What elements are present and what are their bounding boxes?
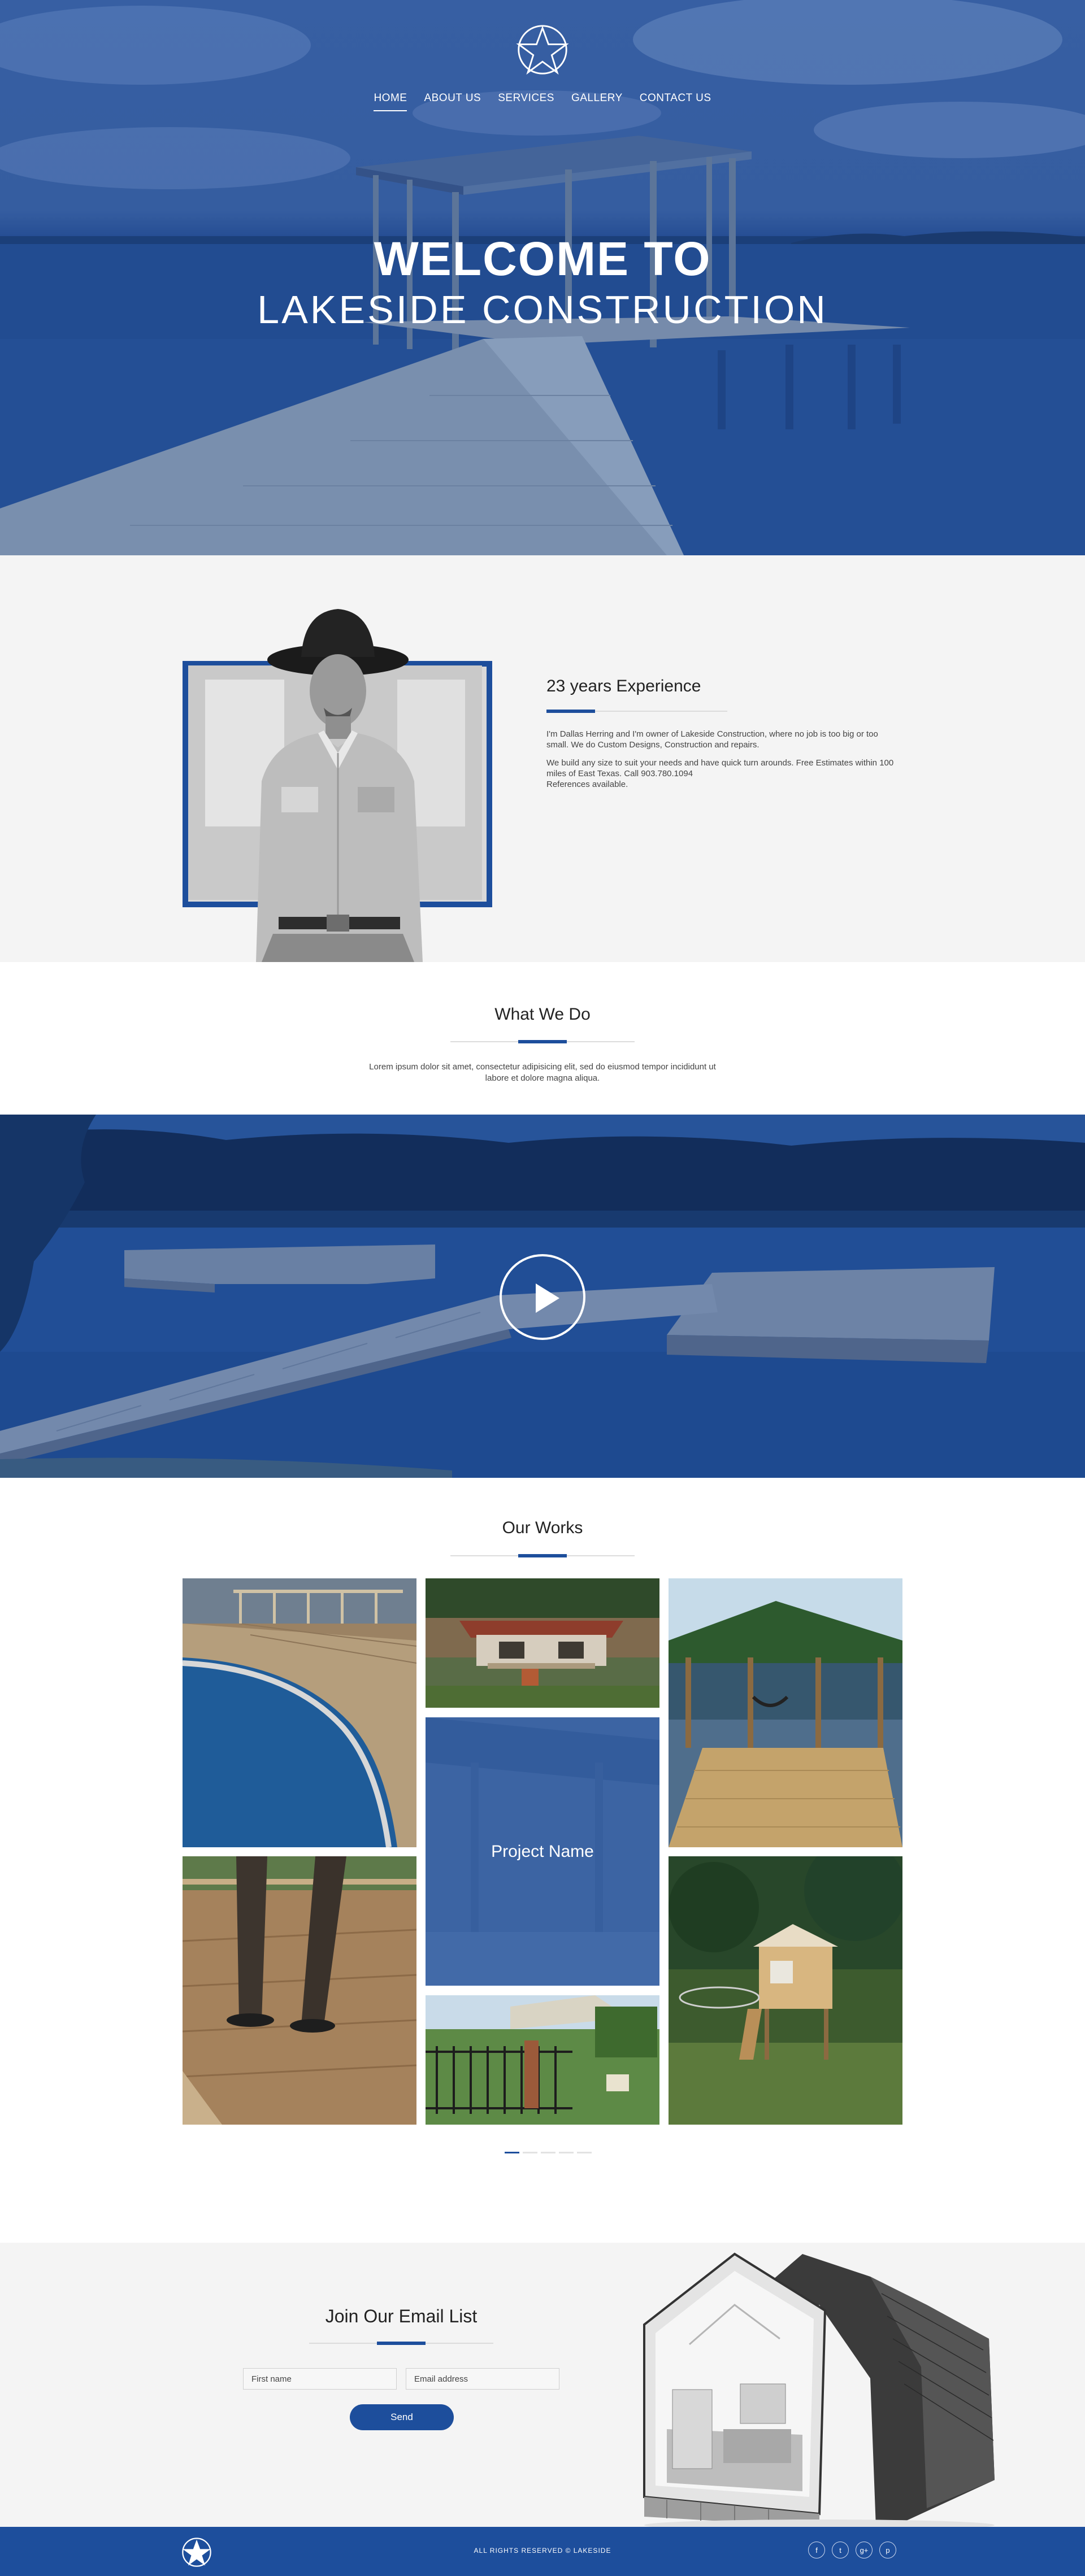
work-tile-playhouse[interactable] (669, 1856, 902, 2125)
about-section: 23 years Experience I'm Dallas Herring a… (0, 555, 1085, 962)
facebook-icon[interactable]: f (808, 2542, 825, 2558)
what-we-do-section: What We Do Lorem ipsum dolor sit amet, c… (0, 962, 1085, 1115)
send-button[interactable]: Send (350, 2404, 454, 2430)
our-works-section: Our Works Project Name (0, 1478, 1085, 2243)
hero-section: HOME ABOUT US SERVICES GALLERY CONTACT U… (0, 0, 1085, 555)
pager-dot-2[interactable] (523, 2152, 537, 2153)
main-nav: HOME ABOUT US SERVICES GALLERY CONTACT U… (0, 92, 1085, 111)
cabin-illustration (643, 2252, 995, 2527)
work-tile-pool-deck[interactable] (183, 1578, 416, 1847)
nav-home[interactable]: HOME (374, 92, 407, 111)
pinterest-icon[interactable]: p (879, 2542, 896, 2558)
nav-services[interactable]: SERVICES (498, 92, 554, 111)
footer: ALL RIGHTS RESERVED © LAKESIDE f t g+ p (0, 2527, 1085, 2576)
about-paragraph-1: I'm Dallas Herring and I'm owner of Lake… (546, 729, 878, 750)
work-tile-tree-deck[interactable] (183, 1856, 416, 2125)
about-paragraph-2: We build any size to suit your needs and… (546, 758, 894, 778)
email-signup-underline (309, 2342, 493, 2345)
project-hover-overlay: Project Name (426, 1717, 659, 1986)
twitter-icon[interactable]: t (832, 2542, 849, 2558)
what-we-do-title: What We Do (494, 1005, 591, 1024)
works-pager (505, 2152, 592, 2153)
work-tile-covered-dock[interactable] (669, 1578, 902, 1847)
email-address-input[interactable] (406, 2368, 559, 2390)
nav-about-us[interactable]: ABOUT US (424, 92, 481, 111)
logo-star-icon[interactable] (515, 23, 570, 77)
our-works-underline (450, 1554, 635, 1557)
email-signup-section: Join Our Email List Send (0, 2243, 1085, 2527)
nav-contact-us[interactable]: CONTACT US (640, 92, 711, 111)
footer-copyright: ALL RIGHTS RESERVED © LAKESIDE (474, 2547, 611, 2555)
footer-social-links: f t g+ p (808, 2542, 896, 2558)
email-signup-title: Join Our Email List (325, 2306, 478, 2326)
about-heading-underline (546, 710, 727, 713)
owner-photo (188, 609, 482, 962)
about-paragraph-3: References available. (546, 780, 628, 789)
pager-dot-5[interactable] (577, 2152, 592, 2153)
pager-dot-3[interactable] (541, 2152, 555, 2153)
work-tile-fence[interactable] (426, 1995, 659, 2125)
google-plus-icon[interactable]: g+ (856, 2542, 873, 2558)
work-tile-boathouse[interactable] (426, 1578, 659, 1708)
work-tile-project-hover[interactable]: Project Name (426, 1717, 659, 1986)
about-text-block: 23 years Experience I'm Dallas Herring a… (546, 677, 902, 797)
project-name-label: Project Name (491, 1842, 594, 1861)
what-we-do-text: Lorem ipsum dolor sit amet, consectetur … (369, 1062, 716, 1083)
pager-dot-1[interactable] (505, 2152, 519, 2153)
video-section (0, 1115, 1085, 1478)
hero-subtitle: LAKESIDE CONSTRUCTION (257, 288, 828, 332)
pager-dot-4[interactable] (559, 2152, 574, 2153)
hero-title: WELCOME TO (374, 232, 711, 285)
what-we-do-underline (450, 1040, 635, 1043)
our-works-title: Our Works (502, 1518, 583, 1537)
first-name-input[interactable] (243, 2368, 397, 2390)
about-heading: 23 years Experience (546, 677, 701, 695)
play-video-button[interactable] (500, 1254, 585, 1340)
nav-gallery[interactable]: GALLERY (571, 92, 623, 111)
